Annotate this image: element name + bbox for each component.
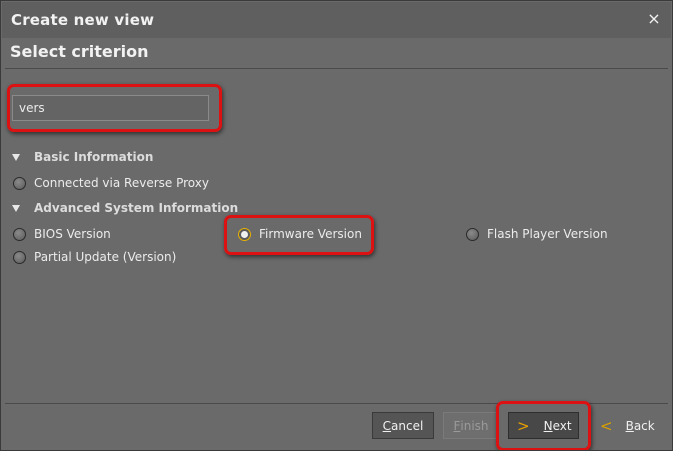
finish-label: inish (460, 418, 489, 433)
cancel-button[interactable]: Cancel (372, 412, 434, 439)
radio-label: Connected via Reverse Proxy (34, 176, 209, 190)
title-bar: Create new view × (2, 2, 671, 38)
chevron-left-icon: < (600, 416, 613, 435)
back-button[interactable]: < Back (592, 412, 662, 439)
back-mnemonic: B (625, 418, 634, 433)
radio-label: BIOS Version (34, 227, 111, 241)
radio-label: Flash Player Version (487, 227, 608, 241)
radio-button-icon (13, 176, 26, 190)
section-header-basic-information[interactable]: Basic Information (12, 148, 153, 166)
radio-bios-version[interactable]: BIOS Version (13, 225, 111, 243)
page-subtitle: Select criterion (10, 42, 149, 61)
highlight-next-button (496, 401, 591, 450)
highlight-firmware-version (224, 215, 374, 255)
header-divider (5, 68, 668, 69)
radio-button-icon (13, 250, 26, 264)
radio-connected-via-reverse-proxy[interactable]: Connected via Reverse Proxy (13, 174, 209, 192)
finish-button[interactable]: Finish (443, 412, 499, 439)
section-label: Advanced System Information (34, 201, 239, 215)
section-header-advanced-system-information[interactable]: Advanced System Information (12, 199, 238, 217)
create-view-dialog: Create new view × Select criterion Basic… (0, 0, 673, 451)
radio-flash-player-version[interactable]: Flash Player Version (466, 225, 608, 243)
expand-triangle-icon (12, 204, 20, 212)
cancel-mnemonic: C (382, 418, 392, 433)
radio-label: Partial Update (Version) (34, 250, 177, 264)
close-icon[interactable]: × (645, 10, 663, 28)
radio-button-icon (466, 227, 479, 241)
section-label: Basic Information (34, 150, 154, 164)
highlight-search-input (7, 84, 222, 132)
expand-triangle-icon (12, 153, 20, 161)
radio-partial-update-version[interactable]: Partial Update (Version) (13, 248, 176, 266)
finish-mnemonic: F (453, 418, 461, 433)
cancel-label: ancel (391, 418, 424, 433)
back-label: ack (633, 418, 655, 433)
window-title: Create new view (11, 11, 155, 29)
radio-button-icon (13, 227, 26, 241)
